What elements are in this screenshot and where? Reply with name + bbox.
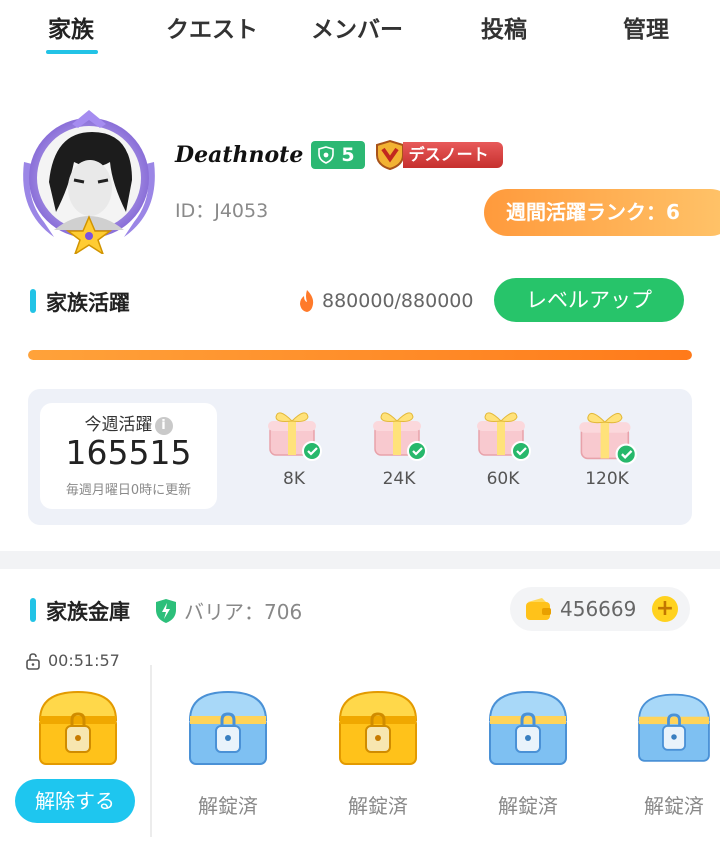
weekly-reset-note: 毎週月曜日0時に更新	[65, 483, 192, 498]
activity-progress-fill	[28, 350, 692, 360]
weekly-activity-heading: 今週活躍 i	[40, 410, 217, 435]
section-divider	[0, 551, 720, 569]
vault-chest-unlocked[interactable]	[478, 680, 578, 774]
activity-points: 880000/880000	[296, 289, 473, 313]
shield-icon	[318, 146, 335, 164]
tab-family[interactable]: 家族	[48, 10, 94, 44]
section-marker	[30, 289, 36, 313]
title-badge-label: デスノート	[402, 142, 503, 168]
weekly-rank-pill[interactable]: 週間活躍ランク：6	[484, 189, 720, 236]
tab-posts[interactable]: 投稿	[481, 10, 527, 44]
gift-reward-120k[interactable]: 120K	[567, 407, 647, 489]
tab-manage[interactable]: 管理	[623, 10, 669, 44]
vault-chest-unlocked[interactable]	[328, 680, 428, 774]
gift-box-icon	[268, 412, 322, 461]
gold-chest-icon	[38, 690, 118, 765]
gift-box-icon	[579, 412, 637, 465]
family-level-badge: 5	[311, 141, 365, 169]
gift-label: 8K	[283, 469, 305, 489]
vault-divider	[150, 665, 152, 837]
blue-chest-icon	[488, 690, 568, 765]
chest-status-label: 解錠済	[644, 794, 704, 818]
vault-chest-unlocked[interactable]	[178, 680, 278, 774]
vault-chest-current[interactable]	[28, 680, 128, 774]
chest-status-label: 解錠済	[198, 794, 258, 818]
section-title-activity: 家族活躍	[46, 291, 130, 315]
weekly-activity-card: 今週活躍 i 165515 毎週月曜日0時に更新	[40, 403, 217, 509]
flame-icon	[300, 290, 314, 312]
chest-status-label: 解錠済	[348, 794, 408, 818]
weekly-activity-panel: 今週活躍 i 165515 毎週月曜日0時に更新 8K 24K 60K 120K	[28, 389, 692, 525]
gift-label: 60K	[486, 469, 520, 489]
add-coins-button[interactable]: +	[652, 596, 678, 622]
gift-label: 24K	[382, 469, 416, 489]
weekly-activity-value: 165515	[65, 433, 192, 472]
chest-status-label: 解錠済	[498, 794, 558, 818]
barrier-value: バリア：706	[184, 600, 303, 624]
tab-quest[interactable]: クエスト	[166, 10, 258, 44]
family-level-number: 5	[341, 144, 355, 166]
wallet-icon	[526, 598, 551, 620]
family-avatar[interactable]	[14, 102, 164, 256]
blue-chest-icon	[188, 690, 268, 765]
active-tab-indicator	[46, 50, 98, 54]
section-marker	[30, 598, 36, 622]
gift-box-icon	[373, 412, 427, 461]
vault-coin-balance: 456669 +	[510, 587, 690, 631]
shield-bolt-icon	[156, 598, 176, 623]
family-id: ID：J4053	[175, 200, 269, 222]
gift-label: 120K	[585, 469, 629, 489]
activity-points-value: 880000/880000	[322, 290, 474, 312]
tab-members[interactable]: メンバー	[311, 10, 403, 44]
barrier-status: バリア：706	[154, 596, 302, 625]
top-tab-bar: 家族 クエスト メンバー 投稿 管理	[0, 0, 720, 62]
unlock-icon	[26, 652, 40, 670]
blue-chest-icon	[638, 693, 710, 762]
section-title-vault: 家族金庫	[46, 600, 130, 624]
gift-box-icon	[477, 412, 531, 461]
gold-chest-icon	[338, 690, 418, 765]
family-name: Deathnote	[175, 142, 304, 168]
unlock-button[interactable]: 解除する	[15, 779, 135, 823]
crest-icon	[375, 139, 404, 171]
coin-balance-value: 456669	[560, 597, 637, 621]
gift-reward-8k[interactable]: 8K	[254, 407, 334, 489]
gift-reward-24k[interactable]: 24K	[359, 407, 439, 489]
level-up-button[interactable]: レベルアップ	[494, 278, 684, 322]
title-badge: デスノート	[373, 139, 503, 171]
activity-progress-bar	[28, 350, 692, 360]
weekly-activity-label: 今週活躍	[84, 415, 153, 435]
gift-reward-60k[interactable]: 60K	[463, 407, 543, 489]
unlock-timer: 00:51:57	[24, 651, 120, 670]
timer-value: 00:51:57	[48, 651, 120, 670]
profile-name-row: Deathnote 5 デスノート	[175, 139, 503, 171]
vault-chest-unlocked[interactable]	[628, 680, 720, 774]
